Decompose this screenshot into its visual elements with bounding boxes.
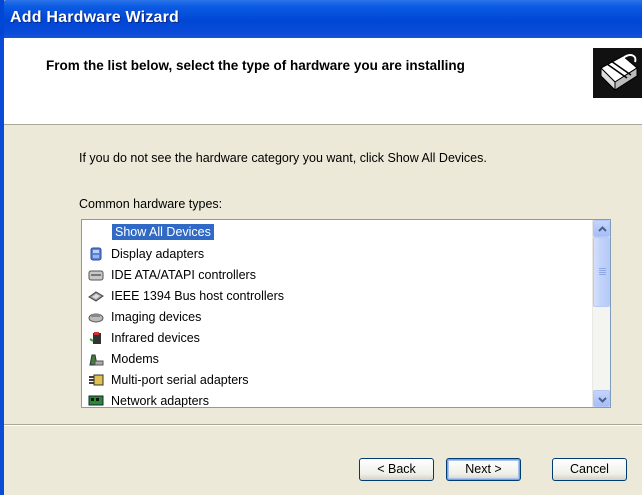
list-item-label: IDE ATA/ATAPI controllers [111, 268, 256, 282]
modem-icon [89, 354, 104, 366]
list-item-label: Imaging devices [111, 310, 202, 324]
hardware-wizard-icon [593, 48, 642, 98]
window-title: Add Hardware Wizard [10, 9, 180, 26]
vertical-scrollbar[interactable] [592, 220, 610, 407]
imaging-device-icon [88, 313, 104, 323]
serial-adapter-icon [89, 374, 104, 386]
instruction-text: If you do not see the hardware category … [79, 151, 487, 165]
list-item-label: IEEE 1394 Bus host controllers [111, 289, 285, 303]
list-item-label: Modems [111, 352, 159, 366]
list-item-label: Network adapters [111, 394, 209, 408]
hardware-type-list[interactable]: Show All Devices Display adapters IDE AT… [81, 219, 611, 408]
display-adapter-icon [90, 247, 102, 261]
scroll-up-button[interactable] [593, 220, 610, 237]
scroll-thumb[interactable] [593, 237, 610, 307]
infrared-device-icon [89, 332, 101, 344]
chevron-up-icon [598, 226, 607, 232]
list-item-label: Show All Devices [112, 224, 214, 240]
cancel-button[interactable]: Cancel [552, 458, 627, 481]
footer-divider [4, 424, 642, 426]
scroll-down-button[interactable] [593, 390, 610, 407]
wizard-heading: From the list below, select the type of … [46, 58, 465, 73]
list-item-label: Display adapters [111, 247, 205, 261]
back-button[interactable]: < Back [359, 458, 434, 481]
list-item-label: Multi-port serial adapters [111, 373, 249, 387]
ieee1394-icon [88, 291, 104, 302]
chevron-down-icon [598, 397, 607, 403]
window-frame-edge [0, 0, 4, 38]
ide-controller-icon [88, 270, 104, 281]
list-item-label: Infrared devices [111, 331, 200, 345]
network-adapter-icon [88, 395, 104, 406]
title-bar[interactable]: Add Hardware Wizard [0, 0, 642, 38]
list-label: Common hardware types: [79, 197, 223, 211]
wizard-header: From the list below, select the type of … [4, 38, 642, 125]
next-button[interactable]: Next > [446, 458, 521, 481]
